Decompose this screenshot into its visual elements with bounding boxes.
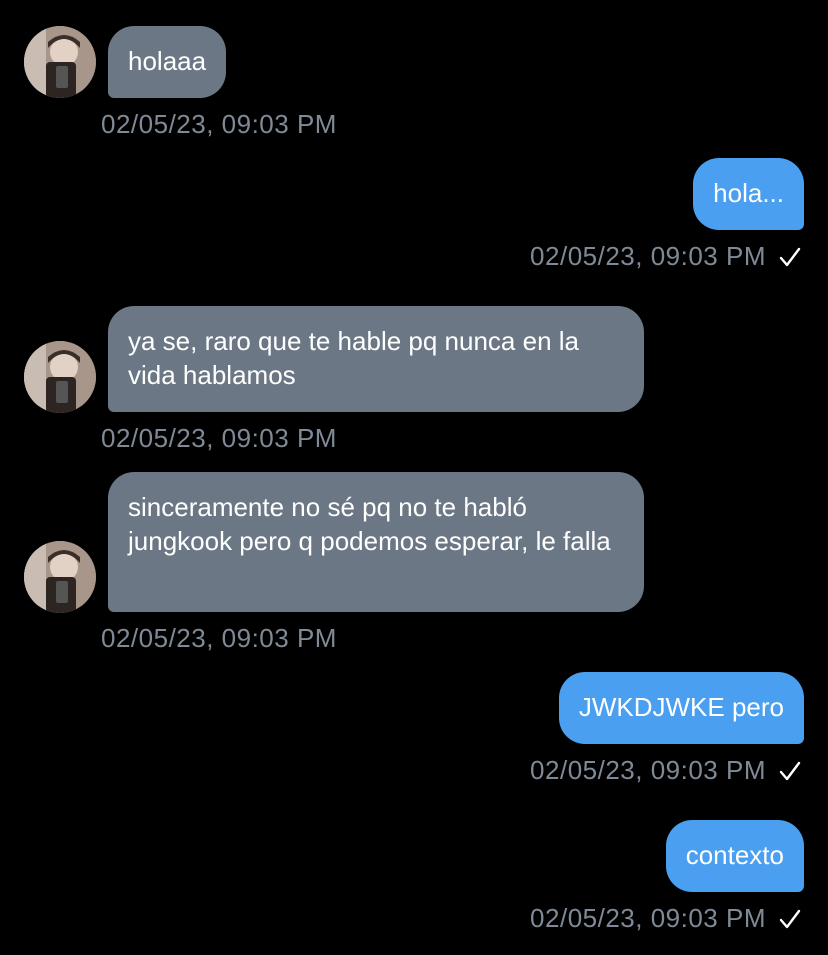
- check-icon: [776, 243, 804, 271]
- message-bubble-outgoing[interactable]: hola...: [693, 158, 804, 230]
- message-bubble-outgoing[interactable]: contexto: [665, 820, 804, 892]
- message-text: hola...: [713, 178, 784, 208]
- avatar-photo: [24, 341, 96, 413]
- sender-avatar[interactable]: [24, 341, 96, 413]
- message-timestamp: 02/05/23, 09:03 PM: [530, 903, 766, 933]
- message-bubble-outgoing[interactable]: JWKDJWKE pero: [558, 672, 804, 744]
- message-bubble-incoming[interactable]: holaaa: [108, 26, 227, 98]
- message-text: sinceramente no sé pq no te habló jungko…: [128, 492, 611, 556]
- message-bubble-incoming[interactable]: ya se, raro que te hable pq nunca en la …: [108, 306, 644, 412]
- message-timestamp: 02/05/23, 09:03 PM: [101, 109, 337, 139]
- message-text: ya se, raro que te hable pq nunca en la …: [128, 326, 579, 390]
- check-icon: [776, 757, 804, 785]
- avatar-photo: [24, 541, 96, 613]
- sender-avatar[interactable]: [24, 26, 96, 98]
- message-timestamp: 02/05/23, 09:03 PM: [530, 755, 766, 785]
- avatar-photo: [24, 26, 96, 98]
- message-timestamp: 02/05/23, 09:03 PM: [101, 423, 337, 453]
- message-text: contexto: [685, 840, 784, 870]
- message-bubble-incoming[interactable]: sinceramente no sé pq no te habló jungko…: [108, 472, 644, 612]
- message-timestamp: 02/05/23, 09:03 PM: [101, 623, 337, 653]
- message-timestamp: 02/05/23, 09:03 PM: [530, 241, 766, 271]
- message-text: JWKDJWKE pero: [578, 692, 784, 722]
- message-text: holaaa: [128, 46, 207, 76]
- check-icon: [776, 905, 804, 933]
- sender-avatar[interactable]: [24, 541, 96, 613]
